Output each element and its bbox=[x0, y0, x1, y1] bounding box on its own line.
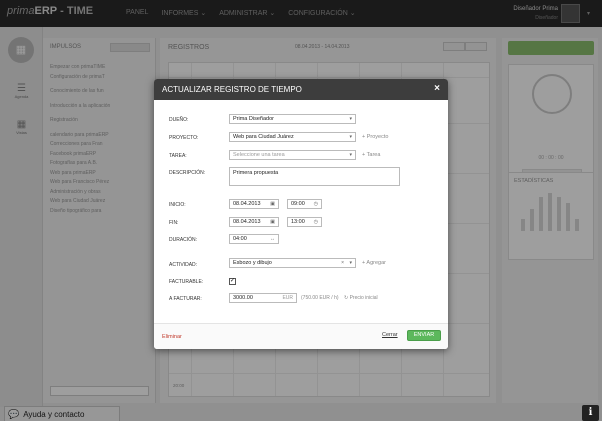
add-project-link[interactable]: + Proyecto bbox=[362, 134, 388, 140]
close-icon[interactable]: × bbox=[434, 83, 440, 94]
close-link[interactable]: Cerrar bbox=[382, 332, 398, 338]
amount-value: 3000.00 bbox=[233, 295, 253, 301]
end-date-field[interactable]: 08.04.2013 ▣ bbox=[229, 217, 279, 227]
task-select[interactable]: Seleccione una tarea ▾ bbox=[229, 150, 356, 160]
calendar-icon[interactable]: ▣ bbox=[270, 218, 275, 226]
owner-value: Prima Diseñador bbox=[233, 116, 274, 122]
delete-link[interactable]: Eliminar bbox=[162, 334, 182, 340]
project-select[interactable]: Web para Ciudad Juárez ▾ bbox=[229, 132, 356, 142]
owner-select[interactable]: Prima Diseñador ▾ bbox=[229, 114, 356, 124]
info-icon[interactable]: i bbox=[582, 405, 599, 421]
currency-value: EUR bbox=[282, 295, 293, 301]
submit-button[interactable]: ENVIAR bbox=[407, 330, 441, 341]
chevron-down-icon: ▾ bbox=[349, 260, 352, 266]
chevron-down-icon: ▾ bbox=[349, 116, 352, 122]
start-time-value: 09:00 bbox=[291, 201, 305, 207]
end-date-value: 08.04.2013 bbox=[233, 219, 261, 225]
start-date-value: 08.04.2013 bbox=[233, 201, 261, 207]
update-time-record-dialog: ACTUALIZAR REGISTRO DE TIEMPO × DUEÑO: P… bbox=[154, 79, 448, 349]
checkmark-icon: ✓ bbox=[230, 278, 236, 284]
clear-icon[interactable]: × bbox=[341, 259, 344, 267]
dialog-footer: Eliminar Cerrar ENVIAR bbox=[154, 323, 448, 349]
to-bill-label: A FACTURAR: bbox=[169, 296, 202, 302]
chevron-down-icon: ▾ bbox=[349, 152, 352, 158]
description-field[interactable]: Primera propuesta bbox=[229, 167, 400, 186]
task-label: TAREA: bbox=[169, 153, 187, 159]
description-label: DESCRIPCIÓN: bbox=[169, 170, 206, 176]
activity-label: ACTIVIDAD: bbox=[169, 262, 198, 268]
task-placeholder: Seleccione una tarea bbox=[233, 152, 285, 158]
initial-price-label: Precio inicial bbox=[349, 295, 378, 301]
start-date-field[interactable]: 08.04.2013 ▣ bbox=[229, 199, 279, 209]
owner-label: DUEÑO: bbox=[169, 117, 189, 123]
project-label: PROYECTO: bbox=[169, 135, 199, 141]
calendar-icon[interactable]: ▣ bbox=[270, 200, 275, 208]
billable-label: FACTURABLE: bbox=[169, 279, 204, 285]
end-time-field[interactable]: 13:00 ◷ bbox=[287, 217, 322, 227]
activity-value: Esbozo y dibujo bbox=[233, 260, 272, 266]
initial-price-link[interactable]: ↻ Precio inicial bbox=[344, 295, 378, 301]
spinner-icon: ↔ bbox=[270, 236, 275, 242]
end-label: FIN: bbox=[169, 220, 179, 226]
activity-select[interactable]: Esbozo y dibujo × ▾ bbox=[229, 258, 356, 268]
billable-checkbox[interactable]: ✓ bbox=[229, 278, 236, 285]
dialog-title: ACTUALIZAR REGISTRO DE TIEMPO bbox=[162, 85, 302, 94]
start-time-field[interactable]: 09:00 ◷ bbox=[287, 199, 322, 209]
project-value: Web para Ciudad Juárez bbox=[233, 134, 294, 140]
duration-value: 04:00 bbox=[233, 236, 247, 242]
end-time-value: 13:00 bbox=[291, 219, 305, 225]
rate-note: (750.00 EUR / h) bbox=[301, 295, 339, 301]
duration-field[interactable]: 04:00 ↔ bbox=[229, 234, 279, 244]
clock-icon: ◷ bbox=[313, 201, 318, 207]
clock-icon: ◷ bbox=[313, 219, 318, 225]
start-label: INICIO: bbox=[169, 202, 186, 208]
dialog-header: ACTUALIZAR REGISTRO DE TIEMPO × bbox=[154, 79, 448, 100]
chevron-down-icon: ▾ bbox=[349, 134, 352, 140]
add-activity-link[interactable]: + Agregar bbox=[362, 260, 386, 266]
refresh-icon: ↻ bbox=[344, 295, 349, 301]
add-task-link[interactable]: + Tarea bbox=[362, 152, 380, 158]
amount-field[interactable]: 3000.00 EUR bbox=[229, 293, 297, 303]
duration-label: DURACIÓN: bbox=[169, 237, 198, 243]
